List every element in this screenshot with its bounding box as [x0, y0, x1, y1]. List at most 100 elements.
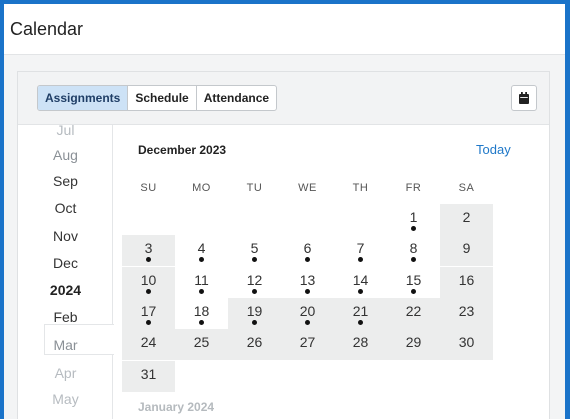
- day-number: 7: [356, 240, 365, 256]
- day-cell[interactable]: 8: [387, 235, 440, 266]
- day-number: 4: [197, 240, 206, 256]
- day-number: 16: [458, 272, 475, 288]
- day-number: 8: [409, 240, 418, 256]
- day-cell[interactable]: 19: [228, 298, 281, 329]
- assignment-dot: [411, 289, 416, 294]
- day-cell[interactable]: 15: [387, 267, 440, 298]
- day-cell[interactable]: 13: [281, 267, 334, 298]
- weekday-header: MO: [192, 182, 211, 194]
- weekday-header: TH: [352, 182, 369, 194]
- assignment-dot: [358, 320, 363, 325]
- day-cell[interactable]: 17: [122, 298, 175, 329]
- day-cell[interactable]: 14: [334, 267, 387, 298]
- day-number: 25: [193, 334, 210, 350]
- day-cell[interactable]: 7: [334, 235, 387, 266]
- day-cell[interactable]: 4: [175, 235, 228, 266]
- day-cell[interactable]: 12: [228, 267, 281, 298]
- assignment-dot: [411, 226, 416, 231]
- month-item[interactable]: 2024: [18, 282, 113, 298]
- day-cell[interactable]: 26: [228, 329, 281, 360]
- weekday-header: WE: [298, 182, 317, 194]
- day-number: 31: [140, 366, 157, 382]
- day-number: 21: [352, 303, 369, 319]
- tab-schedule[interactable]: Schedule: [128, 86, 197, 110]
- day-cell[interactable]: 6: [281, 235, 334, 266]
- page-title: Calendar: [10, 19, 84, 39]
- month-title: December 2023: [138, 143, 227, 157]
- weekday-header: FR: [405, 182, 422, 194]
- date-picker-button[interactable]: [511, 85, 537, 111]
- day-cell[interactable]: 23: [440, 298, 493, 329]
- day-number: 3: [144, 240, 153, 256]
- day-cell[interactable]: 11: [175, 267, 228, 298]
- day-cell[interactable]: 18: [175, 298, 228, 329]
- day-number: 13: [299, 272, 316, 288]
- day-number: 27: [299, 334, 316, 350]
- month-item[interactable]: May: [18, 391, 113, 407]
- day-number: 24: [140, 334, 157, 350]
- tab-attendance[interactable]: Attendance: [197, 86, 276, 110]
- assignment-dot: [199, 320, 204, 325]
- month-item[interactable]: Apr: [18, 365, 113, 381]
- tab-assignments[interactable]: Assignments: [38, 86, 129, 110]
- day-cell[interactable]: 24: [122, 329, 175, 360]
- day-cell[interactable]: 31: [122, 361, 175, 392]
- day-cell[interactable]: 10: [122, 267, 175, 298]
- next-month-title: January 2024: [138, 400, 215, 414]
- day-number: 15: [405, 272, 422, 288]
- today-link[interactable]: Today: [476, 142, 511, 157]
- month-item[interactable]: Jul: [18, 122, 113, 138]
- calendar-toolbar: Assignments Schedule Attendance: [18, 72, 549, 125]
- day-cell[interactable]: 5: [228, 235, 281, 266]
- day-number: 23: [458, 303, 475, 319]
- day-number: 26: [246, 334, 263, 350]
- day-cell[interactable]: 28: [334, 329, 387, 360]
- day-number: 1: [409, 209, 418, 225]
- page-header: Calendar: [4, 4, 565, 55]
- day-number: 29: [405, 334, 422, 350]
- day-cell[interactable]: 25: [175, 329, 228, 360]
- month-item[interactable]: Sep: [18, 173, 113, 189]
- day-number: 10: [140, 272, 157, 288]
- view-switcher: Assignments Schedule Attendance: [37, 85, 278, 111]
- weekday-header: TU: [246, 182, 263, 194]
- day-number: 20: [299, 303, 316, 319]
- day-cell[interactable]: 1: [387, 204, 440, 235]
- assignment-dot: [252, 257, 257, 262]
- day-cell[interactable]: 29: [387, 329, 440, 360]
- month-scroller: Jul Aug Sep Oct Nov Dec 2024 Feb Mar Apr May: [18, 122, 114, 419]
- day-number: 14: [352, 272, 369, 288]
- day-cell[interactable]: 2: [440, 204, 493, 235]
- app-frame: Calendar Assignments Schedule Attendance…: [4, 4, 565, 419]
- assignment-dot: [252, 289, 257, 294]
- day-cell[interactable]: 27: [281, 329, 334, 360]
- month-item[interactable]: Feb: [18, 309, 113, 325]
- assignment-dot: [146, 320, 151, 325]
- day-number: 9: [462, 240, 471, 256]
- assignment-dot: [146, 257, 151, 262]
- day-cell[interactable]: 9: [440, 235, 493, 266]
- day-cell[interactable]: 22: [387, 298, 440, 329]
- assignment-dot: [358, 257, 363, 262]
- weekday-header: SU: [140, 182, 157, 194]
- month-item[interactable]: Mar: [18, 337, 113, 353]
- day-number: 18: [193, 303, 210, 319]
- day-number: 5: [250, 240, 259, 256]
- day-cell[interactable]: 30: [440, 329, 493, 360]
- calendar-panel: Assignments Schedule Attendance Jul Aug Se…: [17, 71, 550, 419]
- assignment-dot: [146, 289, 151, 294]
- day-cell[interactable]: 16: [440, 267, 493, 298]
- day-number: 2: [462, 209, 471, 225]
- day-number: 19: [246, 303, 263, 319]
- day-cell[interactable]: 21: [334, 298, 387, 329]
- day-cell[interactable]: 20: [281, 298, 334, 329]
- assignment-dot: [358, 289, 363, 294]
- day-cell[interactable]: 3: [122, 235, 175, 266]
- assignment-dot: [305, 289, 310, 294]
- month-item[interactable]: Aug: [18, 147, 113, 163]
- assignment-dot: [199, 289, 204, 294]
- month-item[interactable]: Oct: [18, 200, 113, 216]
- month-item[interactable]: Nov: [18, 228, 113, 244]
- month-calendar: December 2023 Today SU MO TU WE TH FR SA 12345…: [114, 125, 549, 419]
- month-item[interactable]: Dec: [18, 255, 113, 271]
